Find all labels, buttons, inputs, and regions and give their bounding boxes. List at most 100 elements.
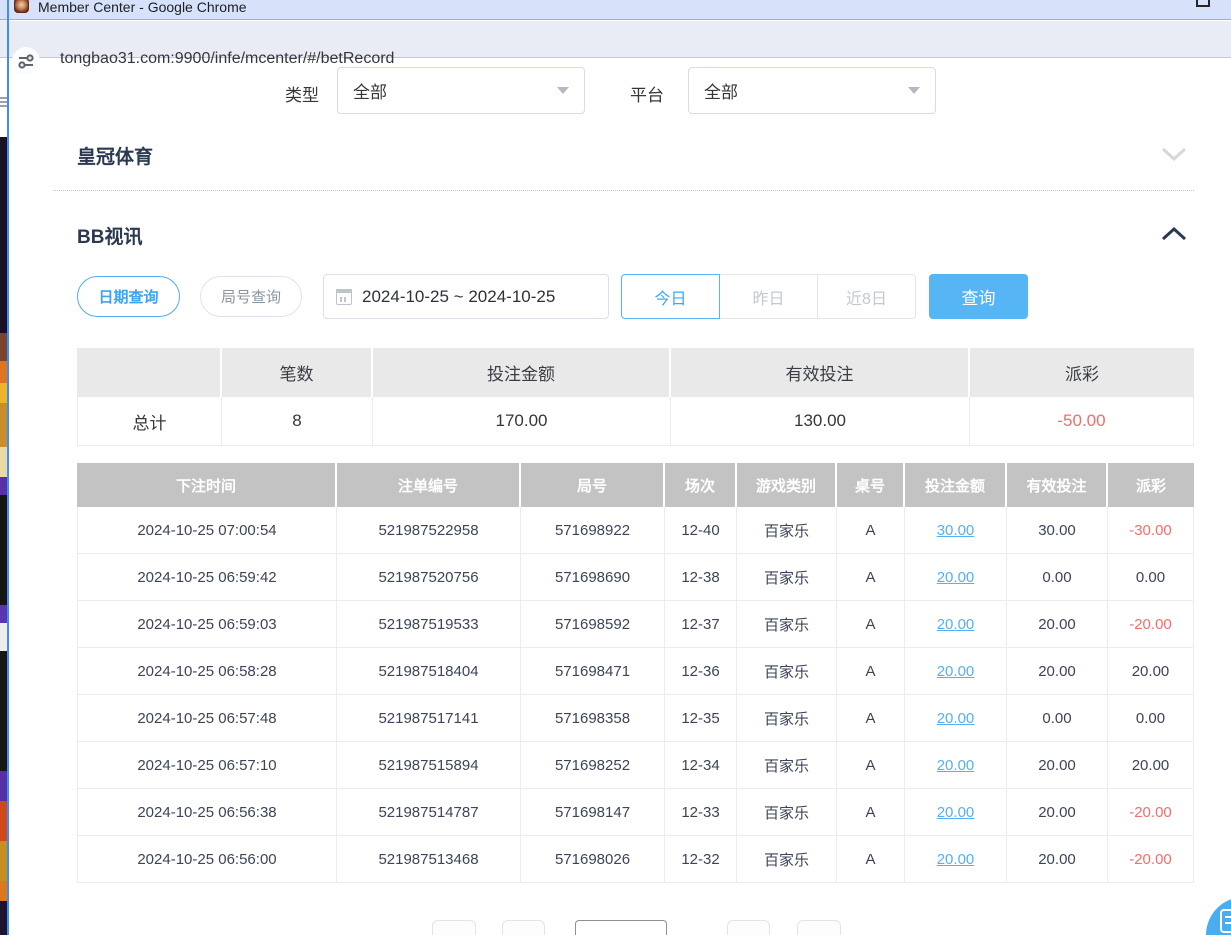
cell-bet-id: 521987515894	[337, 742, 521, 789]
cell-bet-id: 521987518404	[337, 648, 521, 695]
cell-valid: 0.00	[1007, 554, 1108, 601]
summary-header-count: 笔数	[222, 348, 373, 397]
customer-service-float-button[interactable]	[1206, 897, 1231, 935]
cell-round: 571698026	[521, 836, 665, 883]
cell-round: 571698471	[521, 648, 665, 695]
list-icon	[0, 97, 7, 107]
summary-header-valid-bet: 有效投注	[671, 348, 970, 397]
bet-amount-link[interactable]: 30.00	[937, 522, 975, 539]
bet-records-table: 下注时间 注单编号 局号 场次 游戏类别 桌号 投注金额 有效投注 派彩 202…	[77, 463, 1194, 883]
records-header-row: 下注时间 注单编号 局号 场次 游戏类别 桌号 投注金额 有效投注 派彩	[77, 463, 1194, 507]
today-button[interactable]: 今日	[621, 274, 720, 319]
cell-time: 2024-10-25 06:56:00	[77, 836, 337, 883]
cell-valid: 20.00	[1007, 742, 1108, 789]
cell-time: 2024-10-25 06:57:48	[77, 695, 337, 742]
search-button[interactable]: 查询	[929, 274, 1028, 319]
pagination-next-button[interactable]: ›	[727, 920, 770, 935]
cell-payout: 0.00	[1108, 695, 1194, 742]
cell-table: A	[837, 554, 905, 601]
last-8-days-button[interactable]: 近8日	[818, 274, 916, 319]
yesterday-button[interactable]: 昨日	[720, 274, 818, 319]
bet-amount-link[interactable]: 20.00	[937, 616, 975, 633]
platform-filter-select[interactable]: 全部	[688, 67, 936, 114]
bet-amount-link[interactable]: 20.00	[937, 757, 975, 774]
cell-payout: -30.00	[1108, 507, 1194, 554]
col-game-type: 游戏类别	[737, 463, 837, 507]
table-row: 2024-10-25 06:59:03 521987519533 5716985…	[77, 601, 1194, 648]
cell-valid: 20.00	[1007, 836, 1108, 883]
cell-session: 12-37	[665, 601, 737, 648]
cell-valid: 30.00	[1007, 507, 1108, 554]
cell-bet: 30.00	[905, 507, 1007, 554]
round-query-tab[interactable]: 局号查询	[200, 276, 302, 317]
col-table-no: 桌号	[837, 463, 905, 507]
date-range-input[interactable]: 2024-10-25 ~ 2024-10-25	[323, 274, 609, 319]
table-row: 2024-10-25 06:57:48 521987517141 5716983…	[77, 695, 1194, 742]
cell-payout: -20.00	[1108, 789, 1194, 836]
site-favicon-icon	[14, 0, 29, 13]
table-row: 2024-10-25 06:56:38 521987514787 5716981…	[77, 789, 1194, 836]
summary-total-label: 总计	[77, 397, 222, 446]
pagination-first-button[interactable]: «	[432, 920, 476, 935]
cell-table: A	[837, 695, 905, 742]
bet-amount-link[interactable]: 20.00	[937, 663, 975, 680]
bet-amount-link[interactable]: 20.00	[937, 851, 975, 868]
cell-valid: 20.00	[1007, 648, 1108, 695]
cell-round: 571698592	[521, 601, 665, 648]
cell-bet-id: 521987520756	[337, 554, 521, 601]
bet-amount-link[interactable]: 20.00	[937, 569, 975, 586]
cell-bet: 20.00	[905, 695, 1007, 742]
cell-game: 百家乐	[737, 742, 837, 789]
cell-payout: -20.00	[1108, 836, 1194, 883]
window-border	[7, 0, 9, 935]
bet-amount-link[interactable]: 20.00	[937, 804, 975, 821]
summary-header-payout: 派彩	[970, 348, 1194, 397]
cell-round: 571698252	[521, 742, 665, 789]
section-divider	[53, 190, 1194, 191]
cell-table: A	[837, 836, 905, 883]
pagination-page-input[interactable]	[575, 920, 667, 935]
summary-valid-bet: 130.00	[671, 397, 970, 446]
table-row: 2024-10-25 06:58:28 521987518404 5716984…	[77, 648, 1194, 695]
chevron-down-icon[interactable]	[1160, 146, 1188, 162]
summary-total-row: 总计 8 170.00 130.00 -50.00	[77, 397, 1194, 446]
cell-payout: -20.00	[1108, 601, 1194, 648]
type-filter-select[interactable]: 全部	[337, 67, 585, 114]
pagination-prev-button[interactable]: ‹	[502, 920, 545, 935]
cell-bet-id: 521987517141	[337, 695, 521, 742]
cell-bet: 20.00	[905, 789, 1007, 836]
cell-bet-id: 521987522958	[337, 507, 521, 554]
url-text[interactable]: tongbao31.com:9900/infe/mcenter/#/betRec…	[60, 50, 394, 68]
date-query-tab[interactable]: 日期查询	[77, 276, 180, 317]
section-video-header[interactable]: BB视讯	[0, 220, 1231, 250]
cell-session: 12-36	[665, 648, 737, 695]
chevron-up-icon[interactable]	[1160, 226, 1188, 242]
cell-game: 百家乐	[737, 648, 837, 695]
cell-game: 百家乐	[737, 601, 837, 648]
cell-time: 2024-10-25 07:00:54	[77, 507, 337, 554]
browser-urlbar[interactable]: tongbao31.com:9900/infe/mcenter/#/betRec…	[0, 21, 1231, 58]
cell-bet-id: 521987519533	[337, 601, 521, 648]
table-row: 2024-10-25 06:59:42 521987520756 5716986…	[77, 554, 1194, 601]
cell-round: 571698147	[521, 789, 665, 836]
summary-header-row: 笔数 投注金额 有效投注 派彩	[77, 348, 1194, 397]
cell-table: A	[837, 648, 905, 695]
col-bet-id: 注单编号	[337, 463, 521, 507]
cell-time: 2024-10-25 06:59:03	[77, 601, 337, 648]
cell-bet: 20.00	[905, 554, 1007, 601]
col-session: 场次	[665, 463, 737, 507]
cell-payout: 20.00	[1108, 742, 1194, 789]
section-sports-header[interactable]: 皇冠体育	[0, 140, 1231, 170]
summary-payout: -50.00	[970, 397, 1194, 446]
cell-game: 百家乐	[737, 836, 837, 883]
calendar-icon	[336, 289, 352, 305]
screen: Member Center - Google Chrome tongbao31.…	[0, 0, 1231, 935]
site-settings-icon[interactable]	[12, 47, 40, 75]
cell-bet-id: 521987513468	[337, 836, 521, 883]
maximize-button[interactable]	[1196, 0, 1210, 7]
cell-time: 2024-10-25 06:56:38	[77, 789, 337, 836]
section-sports-title: 皇冠体育	[77, 142, 153, 169]
bet-amount-link[interactable]: 20.00	[937, 710, 975, 727]
pagination-last-button[interactable]: »	[797, 920, 841, 935]
platform-filter-label: 平台	[630, 81, 664, 106]
